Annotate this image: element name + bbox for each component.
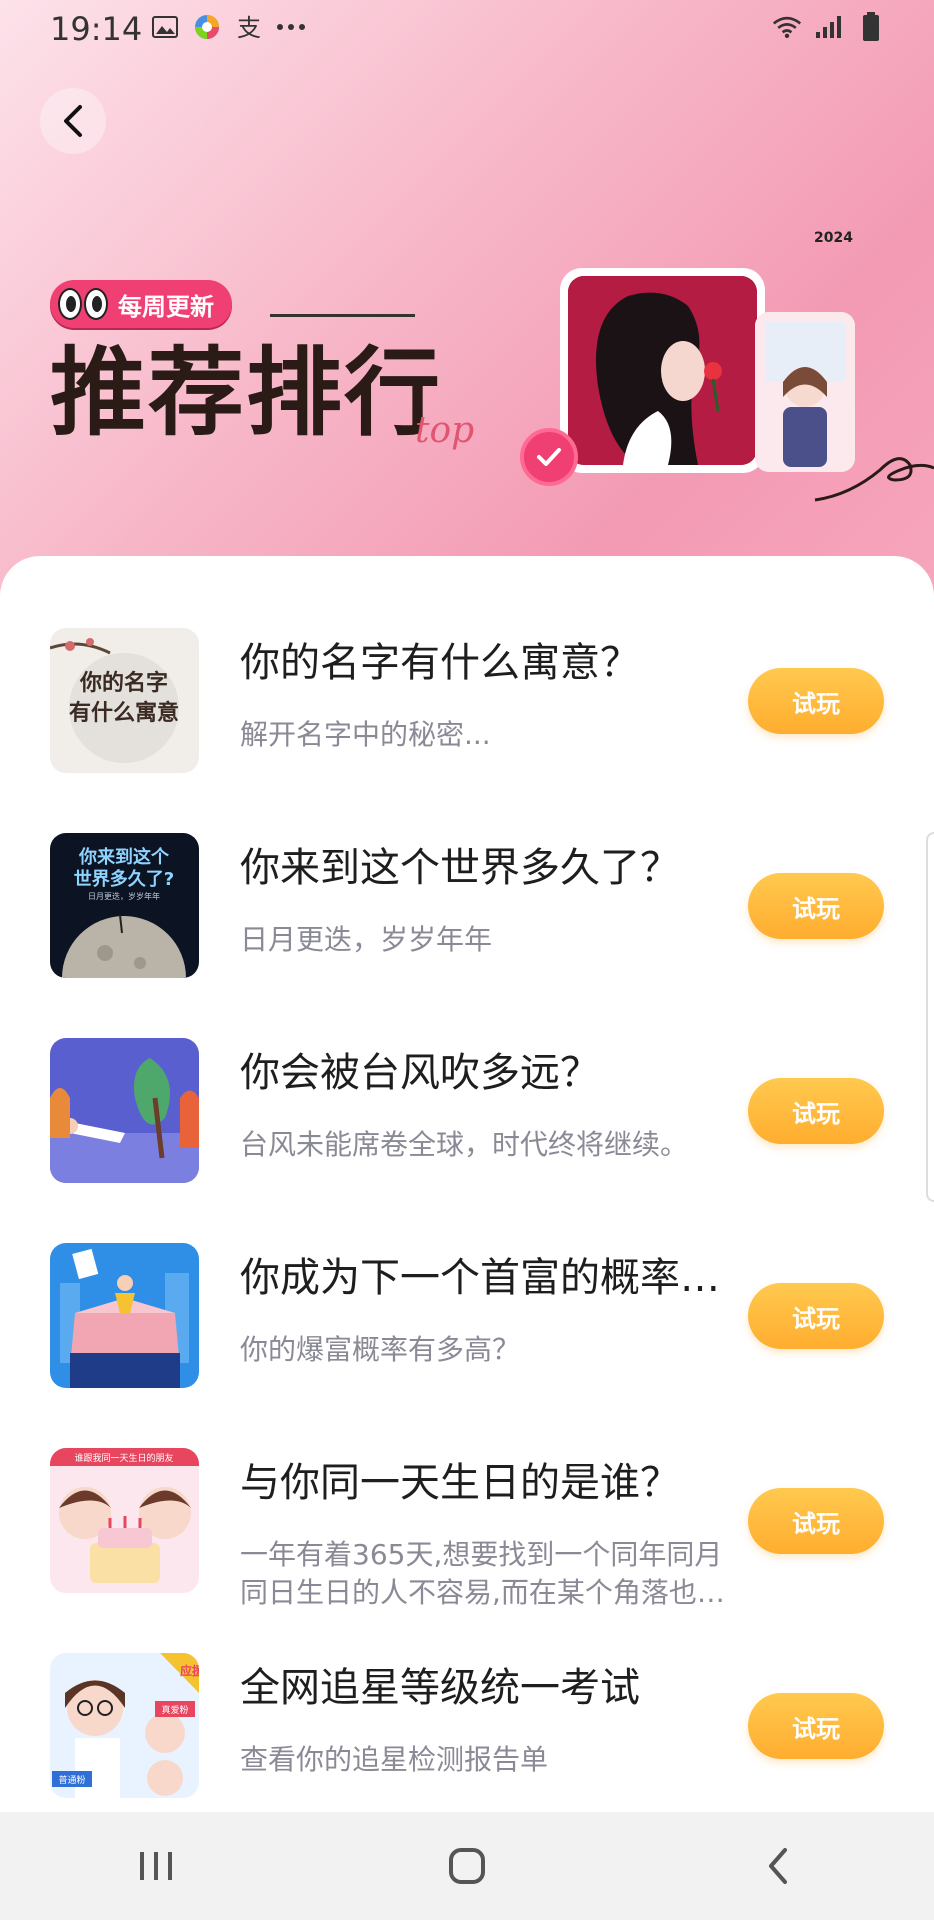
item-thumbnail: 谁跟我同一天生日的朋友 [50, 1448, 199, 1593]
item-description: 一年有着365天,想要找到一个同年同月同日生日的人不容易,而在某个角落也许就有一… [240, 1538, 725, 1609]
system-nav-bar [0, 1812, 934, 1920]
svg-text:你来到这个: 你来到这个 [78, 846, 170, 868]
try-play-button[interactable]: 试玩 [748, 668, 884, 734]
item-thumbnail: 你的名字 有什么寓意 [50, 628, 199, 773]
decorative-squiggle [814, 457, 934, 502]
svg-text:你的名字: 你的名字 [79, 670, 168, 696]
hero-banner: 19:14 支 2024 每周更新 推荐排行 top [0, 0, 934, 600]
signal-icon [814, 12, 844, 42]
item-title: 你会被台风吹多远？ [240, 1050, 600, 1096]
item-thumbnail [50, 1038, 199, 1183]
status-right-icons [772, 12, 886, 42]
status-time: 19:14 [50, 10, 143, 48]
recents-button[interactable] [96, 1826, 216, 1906]
page-title: 推荐排行 [50, 336, 442, 449]
svg-text:日月更迭，岁岁年年: 日月更迭，岁岁年年 [88, 891, 160, 901]
battery-icon [856, 12, 886, 42]
svg-text:应援: 应援 [180, 1663, 199, 1678]
try-play-button[interactable]: 试玩 [748, 873, 884, 939]
list-item[interactable]: 你成为下一个首富的概率是多少？ 你的爆富概率有多高？ 试玩 [0, 1243, 934, 1448]
chevron-left-icon [64, 105, 82, 137]
hero-photo-main [560, 268, 765, 473]
nav-back-button[interactable] [718, 1826, 838, 1906]
list-item[interactable]: 你会被台风吹多远？ 台风未能席卷全球，时代终将继续。 试玩 [0, 1038, 934, 1243]
item-title: 与你同一天生日的是谁？ [240, 1460, 680, 1506]
app-icon [192, 12, 222, 42]
list-item[interactable]: 你的名字 有什么寓意 你的名字有什么寓意？ 解开名字中的秘密... 试玩 [0, 628, 934, 833]
list-item[interactable]: 谁跟我同一天生日的朋友 与你同一天生日的是谁？ 一年有着365天,想要找到一个同… [0, 1448, 934, 1653]
home-button[interactable] [407, 1826, 527, 1906]
recents-icon [139, 1852, 172, 1880]
verified-check-icon [520, 428, 578, 486]
eyes-icon [58, 288, 108, 320]
try-play-button[interactable]: 试玩 [748, 1693, 884, 1759]
svg-text:支: 支 [237, 14, 261, 41]
try-play-button[interactable]: 试玩 [748, 1078, 884, 1144]
home-icon [448, 1848, 485, 1884]
item-description: 日月更迭，岁岁年年 [240, 923, 493, 956]
ranking-list-panel: 你的名字 有什么寓意 你的名字有什么寓意？ 解开名字中的秘密... 试玩 你来到… [0, 556, 934, 1812]
status-bar: 19:14 支 [0, 0, 934, 56]
top-script-text: top [415, 410, 475, 451]
alipay-icon: 支 [234, 12, 264, 42]
item-title: 你成为下一个首富的概率是多少？ [240, 1255, 745, 1301]
item-description: 台风未能席卷全球，时代终将继续。 [240, 1128, 689, 1161]
svg-text:真爱粉: 真爱粉 [161, 1704, 188, 1716]
svg-text:有什么寓意: 有什么寓意 [69, 700, 179, 726]
svg-text:世界多久了?: 世界多久了? [74, 868, 174, 890]
back-button[interactable] [40, 88, 106, 154]
wifi-icon [772, 12, 802, 42]
item-thumbnail: 应援 普通粉 真爱粉 [50, 1653, 199, 1798]
scroll-handle[interactable] [926, 832, 934, 1202]
more-dots-icon [276, 12, 306, 42]
try-play-button[interactable]: 试玩 [748, 1488, 884, 1554]
item-title: 全网追星等级统一考试 [240, 1665, 640, 1711]
back-icon [769, 1848, 788, 1884]
title-divider [270, 314, 415, 317]
status-left-icons: 支 [150, 12, 306, 42]
item-thumbnail [50, 1243, 199, 1388]
weekly-update-badge: 每周更新 [50, 280, 232, 328]
ranking-list: 你的名字 有什么寓意 你的名字有什么寓意？ 解开名字中的秘密... 试玩 你来到… [0, 628, 934, 1858]
svg-text:谁跟我同一天生日的朋友: 谁跟我同一天生日的朋友 [74, 1452, 173, 1464]
item-description: 查看你的追星检测报告单 [240, 1743, 549, 1776]
item-thumbnail: 你来到这个 世界多久了? 日月更迭，岁岁年年 [50, 833, 199, 978]
try-play-button[interactable]: 试玩 [748, 1283, 884, 1349]
year-tag: 2024 [814, 230, 853, 246]
badge-label: 每周更新 [118, 292, 214, 321]
svg-text:普通粉: 普通粉 [58, 1774, 85, 1786]
item-description: 解开名字中的秘密... [240, 718, 491, 751]
item-title: 你来到这个世界多久了？ [240, 845, 680, 891]
image-icon [150, 12, 180, 42]
item-title: 你的名字有什么寓意？ [240, 640, 640, 686]
list-item[interactable]: 你来到这个 世界多久了? 日月更迭，岁岁年年 你来到这个世界多久了？ 日月更迭，… [0, 833, 934, 1038]
item-description: 你的爆富概率有多高？ [240, 1333, 521, 1366]
